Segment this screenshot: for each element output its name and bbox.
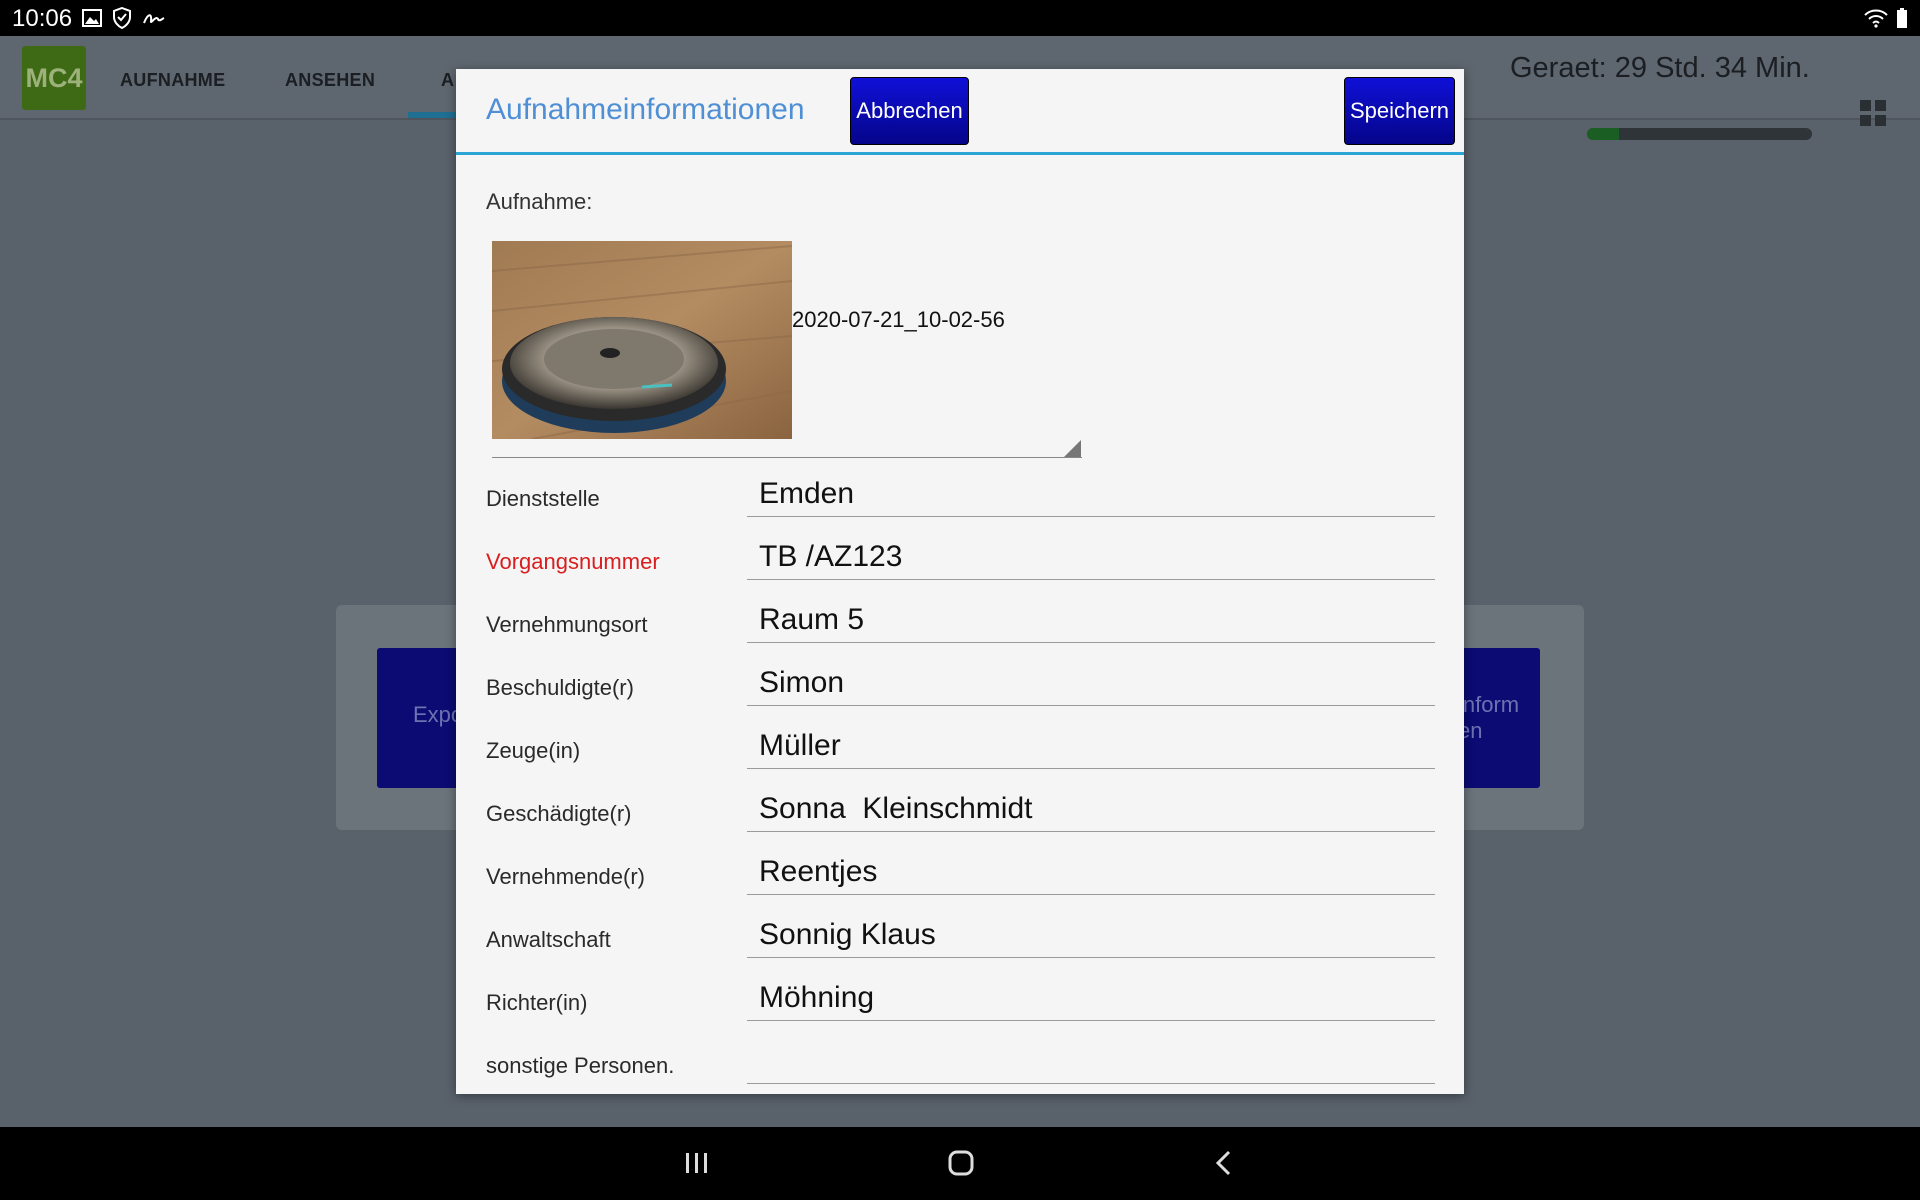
anwaltschaft-input[interactable]: Sonnig Klaus (747, 914, 1435, 958)
save-button[interactable]: Speichern (1344, 77, 1455, 145)
home-icon[interactable] (941, 1147, 981, 1179)
field-row-sonstige-personen: sonstige Personen. (456, 1040, 1464, 1103)
field-label: Zeuge(in) (486, 738, 581, 763)
field-label: Anwaltschaft (486, 927, 611, 952)
device-usage-bar (1587, 128, 1812, 140)
gallery-icon (82, 9, 102, 27)
field-label: Beschuldigte(r) (486, 675, 634, 700)
tab-third[interactable]: A (441, 70, 454, 91)
dialog-title: Aufnahmeinformationen (486, 93, 805, 126)
geschaedigte-input[interactable]: Sonna Kleinschmidt (747, 788, 1435, 832)
field-row-vernehmende: Vernehmende(r) Reentjes (456, 851, 1464, 914)
field-label: Vernehmende(r) (486, 864, 645, 889)
wifi-icon (1864, 9, 1888, 28)
grid-menu-icon[interactable] (1860, 100, 1886, 126)
recording-label: Aufnahme: (486, 189, 593, 214)
field-label-required: Vorgangsnummer (486, 549, 660, 574)
richter-input[interactable]: Möhning (747, 977, 1435, 1021)
recording-filename: 2020-07-21_10-02-56 (792, 307, 1005, 332)
field-row-zeuge: Zeuge(in) Müller (456, 725, 1464, 788)
field-row-dienststelle: Dienststelle Emden (456, 473, 1464, 536)
field-row-beschuldigte: Beschuldigte(r) Simon (456, 662, 1464, 725)
field-row-vorgangsnummer: Vorgangsnummer TB /AZ123 (456, 536, 1464, 599)
dialog-header: Aufnahmeinformationen Abbrechen Speicher… (456, 69, 1464, 155)
shield-icon (113, 7, 131, 29)
system-nav-bar (0, 1127, 1920, 1200)
zeuge-input[interactable]: Müller (747, 725, 1435, 769)
vernehmungsort-input[interactable]: Raum 5 (747, 599, 1435, 643)
vernehmende-input[interactable]: Reentjes (747, 851, 1435, 895)
dienststelle-input[interactable]: Emden (747, 473, 1435, 517)
recording-selector[interactable] (492, 457, 1082, 458)
dropdown-triangle-icon[interactable] (1064, 440, 1081, 457)
beschuldigte-input[interactable]: Simon (747, 662, 1435, 706)
field-label: Dienststelle (486, 486, 600, 511)
recent-apps-icon[interactable] (677, 1147, 717, 1179)
vorgangsnummer-input[interactable]: TB /AZ123 (747, 536, 1435, 580)
field-row-richter: Richter(in) Möhning (456, 977, 1464, 1040)
battery-icon (1897, 8, 1907, 28)
field-row-geschaedigte: Geschädigte(r) Sonna Kleinschmidt (456, 788, 1464, 851)
recording-thumbnail (492, 241, 792, 439)
field-label: Vernehmungsort (486, 612, 648, 637)
device-time-label: Geraet: 29 Std. 34 Min. (1510, 52, 1810, 84)
app-logo: MC4 (22, 46, 86, 110)
sonstige-personen-input[interactable] (747, 1040, 1435, 1084)
device-usage-fill (1587, 128, 1619, 140)
recording-info-dialog: Aufnahmeinformationen Abbrechen Speicher… (456, 69, 1464, 1094)
tab-aufnahme[interactable]: AUFNAHME (120, 70, 225, 91)
signature-icon (143, 14, 165, 24)
cancel-button[interactable]: Abbrechen (850, 77, 969, 145)
field-label: Richter(in) (486, 990, 588, 1015)
field-label: sonstige Personen. (486, 1053, 675, 1078)
field-row-vernehmungsort: Vernehmungsort Raum 5 (456, 599, 1464, 662)
back-icon[interactable] (1204, 1147, 1244, 1179)
clock: 10:06 (12, 5, 73, 32)
field-row-anwaltschaft: Anwaltschaft Sonnig Klaus (456, 914, 1464, 977)
tab-ansehen[interactable]: ANSEHEN (285, 70, 375, 91)
status-bar: 10:06 (0, 0, 1920, 36)
field-label: Geschädigte(r) (486, 801, 632, 826)
